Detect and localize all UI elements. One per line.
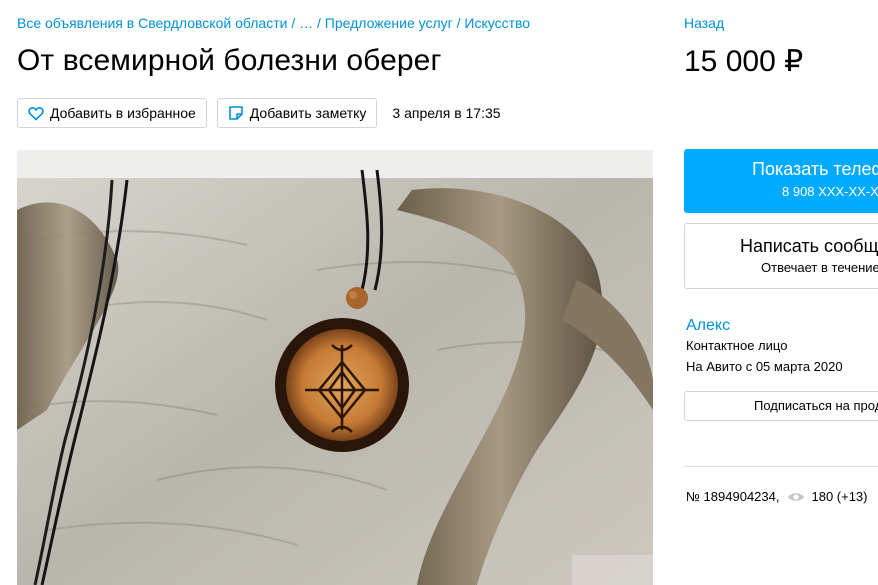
- seller-name-link[interactable]: Алекс: [686, 317, 730, 335]
- ad-actions: Добавить в избранное Добавить заметку 3 …: [17, 98, 501, 128]
- breadcrumb-category-link[interactable]: / Предложение услуг / Искусство: [317, 15, 530, 31]
- breadcrumb-all-ads-link[interactable]: Все объявления в Свердловской области /: [17, 15, 295, 31]
- add-to-favorites-label: Добавить в избранное: [50, 105, 196, 121]
- subscribe-seller-button[interactable]: Подписаться на продавца: [684, 391, 878, 421]
- write-message-label: Написать сообщение: [740, 236, 878, 256]
- show-phone-label: Показать телефон: [752, 159, 878, 179]
- breadcrumb-ellipsis-link[interactable]: …: [299, 15, 313, 31]
- seller-since: На Авито с 05 марта 2020: [686, 359, 843, 374]
- amulet-photo-image: [17, 150, 653, 585]
- add-note-button[interactable]: Добавить заметку: [216, 98, 378, 128]
- add-note-label: Добавить заметку: [249, 105, 367, 121]
- show-phone-button[interactable]: Показать телефон 8 908 XXX-XX-XX: [684, 149, 878, 213]
- view-count: 180 (+13): [811, 489, 868, 504]
- back-link[interactable]: Назад: [684, 15, 724, 31]
- price: 15 000 ₽: [684, 45, 804, 78]
- add-to-favorites-button[interactable]: Добавить в избранное: [17, 98, 207, 128]
- ad-photo[interactable]: [17, 150, 653, 585]
- seller-type: Контактное лицо: [686, 338, 788, 353]
- ad-stats: № 1894904234, 180 (+13): [686, 489, 868, 504]
- publish-date: 3 апреля в 17:35: [392, 105, 501, 121]
- eye-icon: [788, 492, 805, 501]
- page-title: От всемирной болезни оберег: [17, 44, 442, 77]
- sidebar-divider: [684, 466, 878, 467]
- breadcrumb: Все объявления в Свердловской области / …: [17, 15, 530, 31]
- subscribe-seller-label: Подписаться на продавца: [754, 398, 878, 413]
- ad-number: № 1894904234,: [686, 489, 780, 504]
- write-message-button[interactable]: Написать сообщение Отвечает в течение дн…: [684, 223, 878, 289]
- heart-icon: [28, 106, 44, 121]
- masked-phone-number: 8 908 XXX-XX-XX: [782, 184, 878, 199]
- note-icon: [228, 106, 243, 120]
- response-time-text: Отвечает в течение дня: [761, 260, 878, 275]
